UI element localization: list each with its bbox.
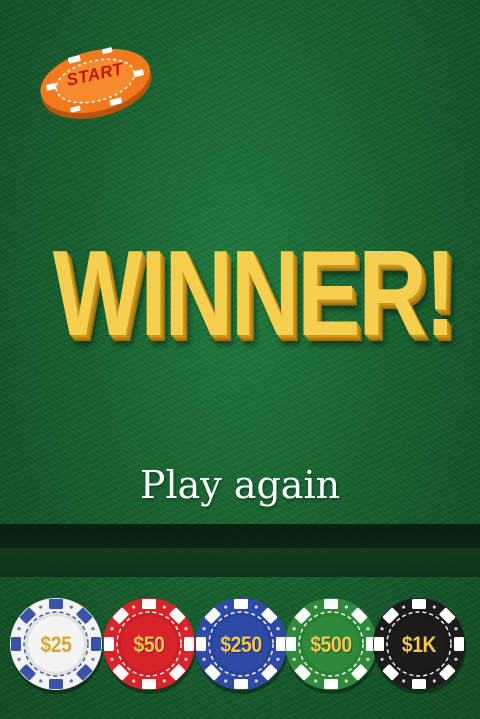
chip-25-icon — [10, 598, 103, 694]
chip-500-button[interactable]: $500 — [282, 594, 380, 696]
chip-1k-button[interactable]: $1K — [370, 594, 468, 696]
chip-500-icon — [285, 598, 378, 694]
chip-25-button[interactable]: $25 — [7, 594, 105, 696]
betting-chips-row: $25 $50 $250 $500 $1K — [0, 590, 480, 719]
chip-tray-shadow — [0, 524, 480, 548]
chip-1k-icon — [373, 598, 466, 694]
chip-250-button[interactable]: $250 — [192, 594, 290, 696]
chip-50-button[interactable]: $50 — [100, 594, 198, 696]
chip-250-icon — [195, 598, 288, 694]
winner-headline: WINNER! — [52, 225, 457, 361]
start-chip-button[interactable]: START — [34, 37, 156, 123]
chip-50-icon — [103, 598, 196, 694]
play-again-button[interactable]: Play again — [0, 463, 480, 507]
start-chip-icon — [40, 47, 152, 119]
